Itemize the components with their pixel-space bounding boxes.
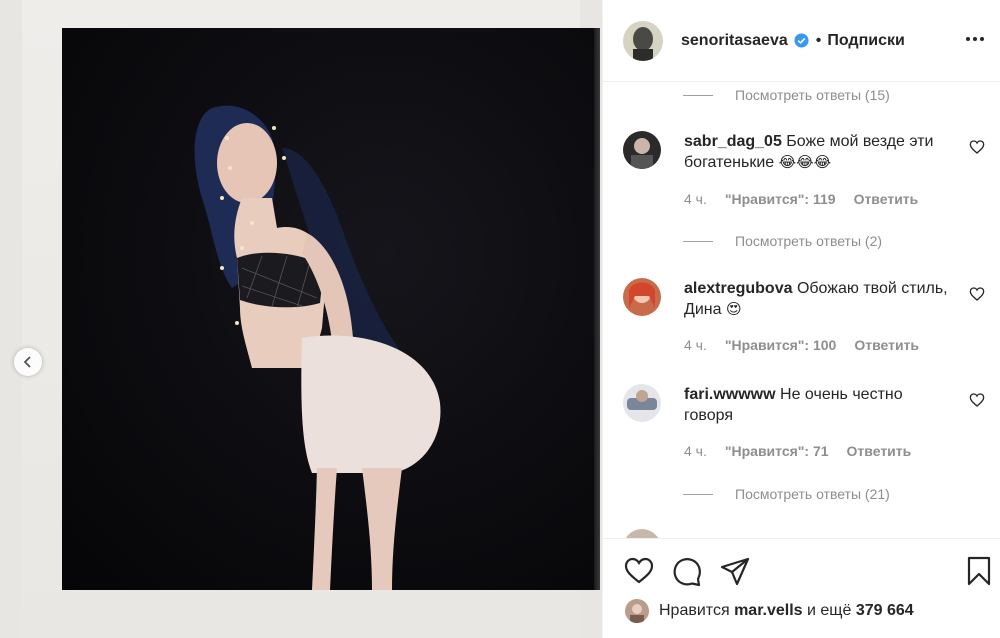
heart-icon[interactable] xyxy=(969,286,985,302)
comment-item: sabr_dag_05 Боже мой везде эти богатеньк… xyxy=(623,131,993,271)
comment-time: 4 ч. xyxy=(684,191,707,207)
comment-text: fari.wwwww Не очень честно говоря xyxy=(684,384,954,426)
chevron-left-icon xyxy=(23,356,31,368)
author-username[interactable]: senoritasaeva xyxy=(681,32,788,50)
carousel-prev-button[interactable] xyxy=(14,348,42,376)
liked-by-username[interactable]: mar.vells xyxy=(734,602,803,620)
send-icon[interactable] xyxy=(719,555,751,587)
comment-likes-count[interactable]: "Нравится": 119 xyxy=(725,191,836,207)
comment-meta: 4 ч. "Нравится": 100 Ответить xyxy=(684,337,919,353)
liked-count[interactable]: 379 664 xyxy=(856,602,914,620)
polaroid-frame xyxy=(22,0,600,638)
header-separator: • xyxy=(815,31,822,49)
view-replies-button[interactable]: Посмотреть ответы (2) xyxy=(683,233,882,249)
comment-text: alextregubova Обожаю твой стиль, Дина 😍 xyxy=(684,278,954,320)
comment-item: alextregubova Обожаю твой стиль, Дина 😍 … xyxy=(623,278,993,368)
view-replies-label: Посмотреть ответы (15) xyxy=(735,87,890,103)
liked-prefix: Нравится xyxy=(659,602,730,619)
view-replies-button[interactable]: Посмотреть ответы (21) xyxy=(683,486,890,502)
post-photo xyxy=(62,28,600,590)
photo-curtain-edge xyxy=(594,28,600,590)
post-media xyxy=(0,0,602,638)
commenter-username[interactable]: sabr_dag_05 xyxy=(684,133,782,150)
bookmark-icon[interactable] xyxy=(963,555,995,587)
commenter-avatar[interactable] xyxy=(623,384,661,422)
photo-figure xyxy=(194,105,441,590)
replies-divider-line xyxy=(683,493,713,495)
post-sidebar: senoritasaeva • Подписки Посмотреть отве… xyxy=(602,0,1000,638)
view-replies-label: Посмотреть ответы (21) xyxy=(735,486,890,502)
replies-divider-line xyxy=(683,94,713,96)
commenter-username[interactable]: fari.wwwww xyxy=(684,386,776,403)
heart-icon[interactable] xyxy=(969,139,985,155)
view-replies-label: Посмотреть ответы (2) xyxy=(735,233,883,249)
comment-time: 4 ч. xyxy=(684,443,707,459)
comment-icon[interactable] xyxy=(671,555,703,587)
comment-meta: 4 ч. "Нравится": 71 Ответить xyxy=(684,443,911,459)
comment-emoji: 😂😂😂 xyxy=(778,153,832,171)
more-horizontal-icon[interactable] xyxy=(964,24,986,54)
reply-button[interactable]: Ответить xyxy=(847,443,912,459)
comment-meta: 4 ч. "Нравится": 119 Ответить xyxy=(684,191,918,207)
comment-emoji: 😍 xyxy=(725,300,742,318)
view-replies-button[interactable]: Посмотреть ответы (15) xyxy=(683,87,890,103)
commenter-avatar[interactable] xyxy=(623,131,661,169)
comment-time: 4 ч. xyxy=(684,337,707,353)
comment-likes-count[interactable]: "Нравится": 71 xyxy=(725,443,829,459)
post-header: senoritasaeva • Подписки xyxy=(603,0,1000,82)
comments-list: Посмотреть ответы (15) sabr_dag_05 Боже … xyxy=(603,83,1000,538)
author-avatar[interactable] xyxy=(623,20,663,61)
commenter-avatar[interactable] xyxy=(623,278,661,316)
post-actions: Нравится mar.vells и ещё 379 664 xyxy=(603,538,1000,638)
liker-avatar[interactable] xyxy=(625,599,649,623)
reply-button[interactable]: Ответить xyxy=(854,337,919,353)
heart-icon[interactable] xyxy=(623,555,655,587)
reply-button[interactable]: Ответить xyxy=(854,191,919,207)
heart-icon[interactable] xyxy=(969,392,985,408)
commenter-avatar[interactable] xyxy=(623,529,661,538)
comment-likes-count[interactable]: "Нравится": 100 xyxy=(725,337,836,353)
action-icons xyxy=(623,555,995,587)
comment-item: fari.wwwww Не очень честно говоря 4 ч. "… xyxy=(623,384,993,474)
verified-badge-icon xyxy=(794,33,809,48)
liked-suffix: и ещё xyxy=(807,602,852,619)
following-button[interactable]: Подписки xyxy=(827,32,904,50)
replies-divider-line xyxy=(683,240,713,242)
commenter-username[interactable]: alextregubova xyxy=(684,280,792,297)
likes-summary: Нравится mar.vells и ещё 379 664 xyxy=(625,599,914,623)
comment-text: sabr_dag_05 Боже мой везде эти богатеньк… xyxy=(684,131,954,173)
